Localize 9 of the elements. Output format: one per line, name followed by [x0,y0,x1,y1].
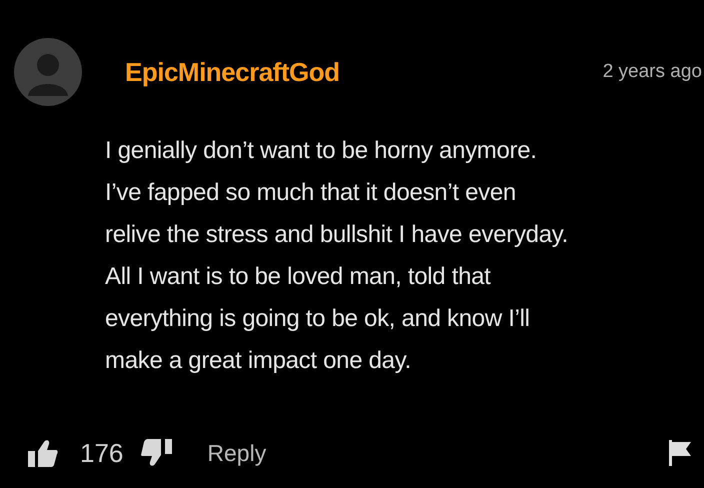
comment-text: I genially don’t want to be horny anymore. I’ve fapped so much that it doesn’t even relive the stress and bullshit I have everyday. All I want is to be loved man, told that everything is going to be ok, and know I’ll make a great impact one day. [105,136,570,376]
avatar-icon [14,38,82,106]
username[interactable]: EpicMinecraftGod [125,52,340,92]
thumbs-up-icon[interactable] [28,439,58,467]
thumbs-down-icon[interactable] [141,439,174,467]
flag-icon[interactable] [668,440,692,466]
timestamp: 2 years ago [602,60,702,84]
like-count: 176 [80,436,124,470]
reply-button[interactable]: Reply [207,436,266,470]
